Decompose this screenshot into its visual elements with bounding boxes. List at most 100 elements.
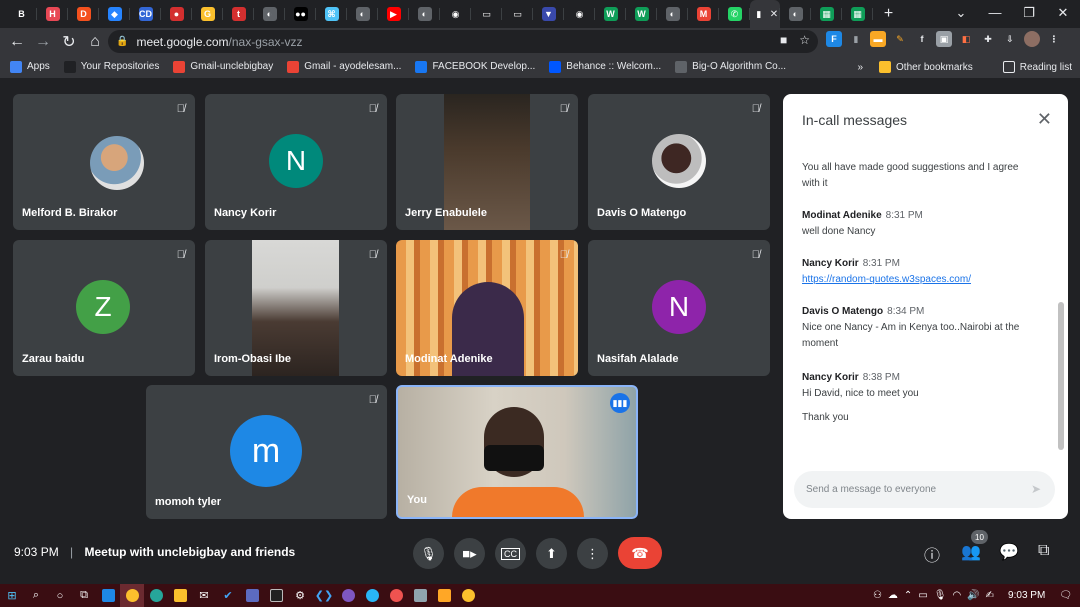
file-explorer-icon[interactable]	[168, 584, 192, 607]
terminal-icon[interactable]	[264, 584, 288, 607]
download-icon[interactable]: ⇩	[1002, 31, 1018, 47]
browser-tab[interactable]: ◐	[657, 0, 688, 28]
send-icon[interactable]: ➤	[1031, 482, 1041, 496]
app-icon[interactable]	[336, 584, 360, 607]
browser-tab[interactable]: W	[626, 0, 657, 28]
chrome-icon[interactable]	[120, 584, 144, 607]
windows-start-icon[interactable]: ⊞	[0, 584, 24, 607]
new-tab-button[interactable]: +	[873, 0, 904, 28]
app-icon[interactable]	[432, 584, 456, 607]
browser-tab[interactable]: ▼	[533, 0, 564, 28]
captions-button[interactable]: CC	[495, 538, 526, 569]
browser-tab[interactable]: ●	[161, 0, 192, 28]
close-window-button[interactable]: ✕	[1046, 0, 1080, 28]
app-icon[interactable]	[408, 584, 432, 607]
close-tab-icon[interactable]: ✕	[770, 9, 778, 20]
other-bookmarks[interactable]: Other bookmarks	[879, 61, 973, 73]
edge-icon[interactable]	[144, 584, 168, 607]
message-link[interactable]: https://random-quotes.w3spaces.com/	[802, 272, 1038, 288]
browser-tab[interactable]: CD	[130, 0, 161, 28]
participant-tile[interactable]: m 🎙̸ momoh tyler	[146, 385, 387, 519]
extension-icon[interactable]: ▮	[848, 31, 864, 47]
taskbar-clock[interactable]: 9:03 PM	[1008, 590, 1045, 601]
extension-icon[interactable]: ▬	[870, 31, 886, 47]
browser-tab[interactable]: ◉	[440, 0, 471, 28]
task-view-icon[interactable]: ⧉	[72, 584, 96, 607]
chevron-up-icon[interactable]: ⌃	[904, 590, 912, 601]
volume-icon[interactable]: 🔊	[967, 590, 979, 601]
mail-icon[interactable]: ✉	[192, 584, 216, 607]
browser-tab[interactable]: ▮ ✕	[750, 0, 780, 28]
people-icon[interactable]: ⚇	[873, 590, 882, 601]
notifications-icon[interactable]: 🗨	[1059, 590, 1072, 601]
participant-tile[interactable]: 🎙̸ Melford B. Birakor	[13, 94, 195, 230]
send-message-input[interactable]: Send a message to everyone ➤	[794, 471, 1055, 508]
home-button[interactable]: ⌂	[82, 33, 108, 51]
reload-button[interactable]: ↻	[56, 32, 82, 52]
browser-tab[interactable]: ◐	[409, 0, 440, 28]
bookmark-item[interactable]: Apps	[10, 60, 50, 73]
browser-tab[interactable]: M	[688, 0, 719, 28]
bookmark-item[interactable]: Gmail-unclebigbay	[173, 60, 273, 73]
vscode-icon[interactable]: ❮❯	[312, 584, 336, 607]
bookmark-item[interactable]: FACEBOOK Develop...	[415, 60, 535, 73]
browser-tab[interactable]: ▦	[842, 0, 873, 28]
browser-tab[interactable]: H	[37, 0, 68, 28]
extension-icon[interactable]: ◧	[958, 31, 974, 47]
app-icon[interactable]	[384, 584, 408, 607]
tab-search-icon[interactable]: ⌄	[944, 0, 978, 28]
extension-icon[interactable]: F	[826, 31, 842, 47]
people-button[interactable]: 👥	[961, 542, 981, 562]
browser-tab[interactable]: ⌘	[316, 0, 347, 28]
search-icon[interactable]: ⌕	[24, 584, 48, 607]
participant-tile[interactable]: 🎙̸ Irom-Obasi Ibe	[205, 240, 387, 376]
bookmark-item[interactable]: Big-O Algorithm Co...	[675, 60, 786, 73]
camera-icon[interactable]: ■	[780, 33, 787, 47]
bookmark-item[interactable]: Behance :: Welcom...	[549, 60, 661, 73]
pen-icon[interactable]: ✍	[986, 590, 994, 601]
battery-icon[interactable]: ▭	[918, 590, 927, 601]
browser-tab[interactable]: ▭	[471, 0, 502, 28]
puzzle-icon[interactable]: ✚	[980, 31, 996, 47]
participant-tile[interactable]: N 🎙̸ Nancy Korir	[205, 94, 387, 230]
reading-list[interactable]: Reading list	[1002, 61, 1072, 73]
forward-button[interactable]: →	[30, 33, 56, 51]
microphone-icon[interactable]: 🎙	[934, 590, 947, 601]
wifi-icon[interactable]: ◠	[952, 590, 961, 601]
present-now-button[interactable]: ⬆	[536, 538, 567, 569]
browser-tab[interactable]: D	[68, 0, 99, 28]
browser-tab[interactable]: ◆	[99, 0, 130, 28]
browser-tab[interactable]: G	[192, 0, 223, 28]
bookmark-star-icon[interactable]: ☆	[799, 33, 810, 47]
microphone-button[interactable]: 🎙	[413, 538, 444, 569]
weather-icon[interactable]: ☁	[888, 590, 898, 601]
address-bar[interactable]: 🔒 meet.google.com /nax-gsax-vzz ■ ☆	[108, 30, 818, 53]
browser-tab[interactable]: ◉	[564, 0, 595, 28]
browser-tab[interactable]: B	[6, 0, 37, 28]
meeting-details-button[interactable]: ⓘ	[924, 542, 940, 566]
menu-icon[interactable]: ⋮	[1046, 31, 1062, 47]
browser-tab[interactable]: ✆	[719, 0, 750, 28]
app-icon[interactable]: ✔	[216, 584, 240, 607]
browser-tab[interactable]: ◐	[254, 0, 285, 28]
maximize-button[interactable]: ❐	[1012, 0, 1046, 28]
leave-call-button[interactable]: ☎	[618, 537, 662, 569]
app-icon[interactable]	[96, 584, 120, 607]
minimize-button[interactable]: —	[978, 0, 1012, 28]
browser-tab[interactable]: ▭	[502, 0, 533, 28]
chat-button[interactable]: 💬	[999, 542, 1019, 562]
participant-tile[interactable]: Z 🎙̸ Zarau baidu	[13, 240, 195, 376]
browser-tab[interactable]: ▶	[378, 0, 409, 28]
cortana-icon[interactable]: ○	[48, 584, 72, 607]
app-icon[interactable]: ⚙	[288, 584, 312, 607]
more-options-button[interactable]: ⋮	[577, 538, 608, 569]
extension-icon[interactable]: ▣	[936, 31, 952, 47]
self-view-tile[interactable]: ▮▮▮ You	[396, 385, 638, 519]
bookmark-item[interactable]: Your Repositories	[63, 60, 159, 73]
participant-tile[interactable]: N 🎙̸ Nasifah Alalade	[588, 240, 770, 376]
bookmarks-more[interactable]: »	[857, 62, 863, 73]
app-icon[interactable]	[360, 584, 384, 607]
profile-avatar[interactable]	[1024, 31, 1040, 47]
app-icon[interactable]	[240, 584, 264, 607]
browser-tab[interactable]: ◐	[780, 0, 811, 28]
